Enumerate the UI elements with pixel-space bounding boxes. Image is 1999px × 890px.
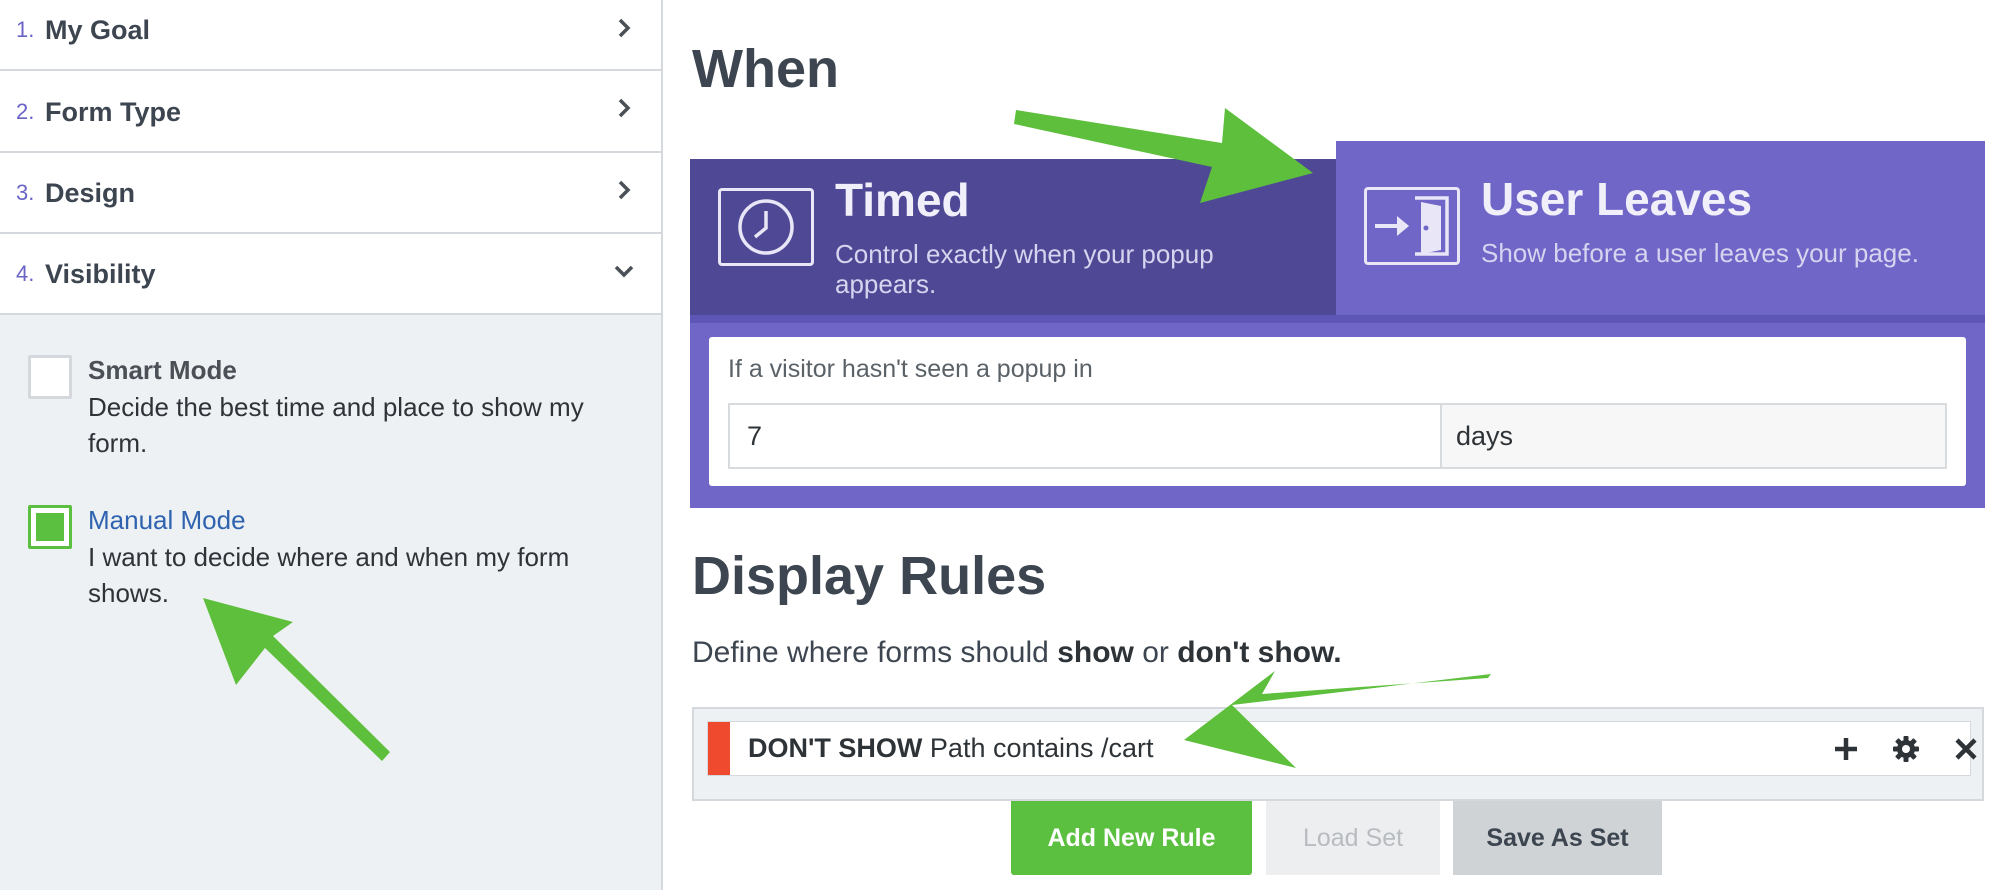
when-heading: When <box>692 39 839 99</box>
gear-icon[interactable] <box>1892 735 1920 763</box>
manual-mode-title: Manual Mode <box>88 505 246 535</box>
days-unit-label: days <box>1440 403 1947 469</box>
step-number: 1. <box>16 17 35 42</box>
rules-list: DON'T SHOW Path contains /cart <box>692 707 1984 801</box>
step-label: My Goal <box>45 15 151 45</box>
step-label: Visibility <box>45 259 156 289</box>
manual-mode-checkbox[interactable] <box>28 505 72 549</box>
load-set-button[interactable]: Load Set <box>1266 801 1440 875</box>
tab-user-leaves-description: Show before a user leaves your page. <box>1481 238 1919 268</box>
clock-icon <box>718 188 814 266</box>
step-number: 4. <box>16 261 35 286</box>
add-new-rule-button[interactable]: Add New Rule <box>1011 801 1252 875</box>
frequency-settings: If a visitor hasn't seen a popup in 7 da… <box>709 337 1966 486</box>
step-label: Form Type <box>45 97 182 127</box>
smart-mode-description: Decide the best time and place to show m… <box>88 392 584 458</box>
step-visibility[interactable]: 4. Visibility <box>0 234 661 315</box>
step-form-type[interactable]: 2. Form Type <box>0 71 661 153</box>
step-design[interactable]: 3. Design <box>0 153 661 234</box>
subtitle-or: or <box>1142 636 1169 669</box>
trigger-panel: Timed Control exactly when your popup ap… <box>690 141 1985 508</box>
exit-door-icon <box>1364 187 1460 265</box>
step-number: 3. <box>16 180 35 205</box>
rule-type-indicator <box>708 722 730 775</box>
rule-row[interactable]: DON'T SHOW Path contains /cart <box>707 721 1977 776</box>
subtitle-prefix: Define where forms should <box>692 636 1049 669</box>
close-icon[interactable] <box>1952 735 1980 763</box>
rule-action: DON'T SHOW <box>748 733 923 763</box>
chevron-right-icon <box>618 18 631 38</box>
step-my-goal[interactable]: 1. My Goal <box>0 0 661 71</box>
plus-icon[interactable] <box>1832 735 1860 763</box>
step-label: Design <box>45 178 136 208</box>
save-as-set-button[interactable]: Save As Set <box>1453 801 1662 875</box>
sidebar: 1. My Goal 2. Form Type 3. Design 4. Vis… <box>0 0 663 890</box>
days-input[interactable]: 7 <box>728 403 1440 469</box>
subtitle-dont-show: don't show. <box>1177 636 1342 669</box>
display-rules-subtitle: Define where forms should show or don't … <box>692 636 1342 670</box>
tab-timed[interactable]: Timed Control exactly when your popup ap… <box>690 159 1336 315</box>
display-rules-heading: Display Rules <box>692 546 1047 606</box>
tab-timed-description: Control exactly when your popup appears. <box>835 239 1214 299</box>
manual-mode-description: I want to decide where and when my form … <box>88 542 570 608</box>
rule-condition: Path contains /cart <box>929 733 1154 763</box>
subtitle-show: show <box>1057 636 1134 669</box>
chevron-down-icon <box>614 265 634 278</box>
chevron-right-icon <box>618 180 631 200</box>
tab-user-leaves[interactable]: User Leaves Show before a user leaves yo… <box>1336 141 1985 315</box>
smart-mode-title: Smart Mode <box>88 355 237 385</box>
tab-user-leaves-title: User Leaves <box>1481 173 1753 225</box>
tab-timed-title: Timed <box>835 174 970 226</box>
chevron-right-icon <box>618 98 631 118</box>
frequency-question: If a visitor hasn't seen a popup in <box>728 355 1093 383</box>
smart-mode-checkbox[interactable] <box>28 355 72 399</box>
step-number: 2. <box>16 99 35 124</box>
tabs-divider <box>690 315 1985 323</box>
rule-text: DON'T SHOW Path contains /cart <box>748 722 1154 775</box>
